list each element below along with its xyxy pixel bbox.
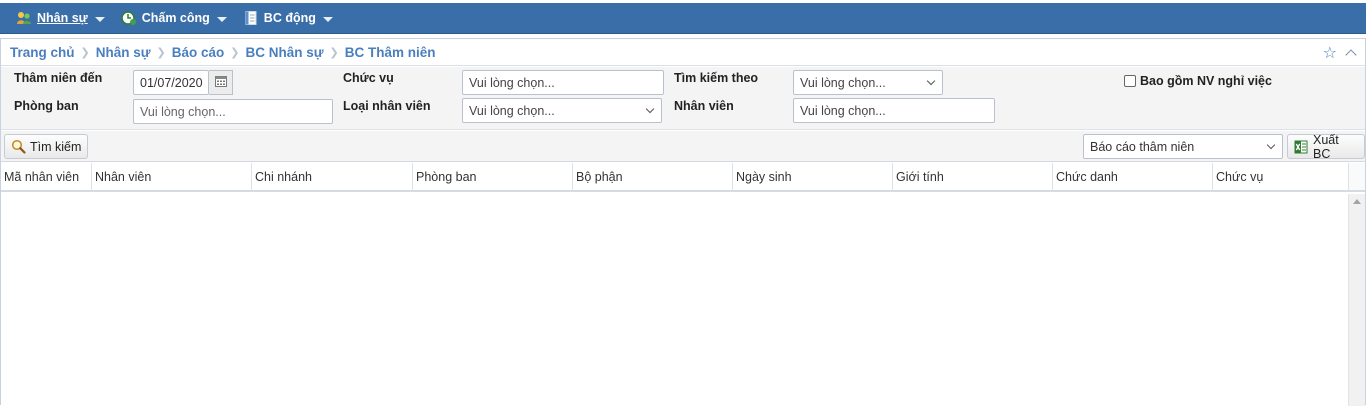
column-header-chi-nhanh[interactable]: Chi nhánh — [252, 163, 413, 190]
nav-menu-nhan-su[interactable]: Nhân sự — [10, 3, 111, 34]
nhan-vien-label: Nhân viên — [674, 99, 734, 113]
header-scroll-spacer — [1349, 163, 1365, 190]
column-header-label: Nhân viên — [95, 169, 152, 184]
column-header-chuc-vu[interactable]: Chức vụ — [1213, 163, 1349, 190]
scroll-up-icon[interactable] — [1353, 199, 1361, 204]
loai-nhan-vien-value: Vui lòng chọn... — [469, 103, 555, 118]
chevron-down-icon — [920, 71, 942, 94]
collapse-icon[interactable] — [1345, 49, 1357, 61]
nav-menu-cham-cong[interactable]: Chấm công — [115, 3, 233, 34]
phong-ban-placeholder: Vui lòng chọn... — [140, 104, 226, 119]
checkbox-box[interactable] — [1124, 75, 1136, 87]
search-button[interactable]: Tìm kiếm — [4, 134, 89, 159]
export-report-label: Xuất BC — [1313, 132, 1339, 161]
search-button-label: Tìm kiếm — [30, 139, 82, 154]
report-type-value: Báo cáo thâm niên — [1090, 139, 1195, 154]
grid-header: Mã nhân viên Nhân viên Chi nhánh Phòng b… — [1, 163, 1365, 192]
loai-nhan-vien-label: Loại nhân viên — [343, 99, 431, 113]
column-header-label: Ngày sinh — [736, 169, 792, 184]
bao-gom-nv-nghi-viec-label: Bao gồm NV nghỉ việc — [1140, 74, 1272, 88]
phong-ban-label: Phòng ban — [14, 99, 79, 113]
toolbar: Tìm kiếm Báo cáo thâm niên Xuất BC — [1, 131, 1365, 162]
column-header-chuc-danh[interactable]: Chức danh — [1053, 163, 1213, 190]
calendar-icon — [214, 75, 227, 90]
column-header-label: Phòng ban — [416, 169, 477, 184]
breadcrumb-item-bao-cao[interactable]: Báo cáo — [172, 45, 225, 60]
people-icon — [16, 10, 32, 26]
column-header-label: Chi nhánh — [255, 169, 312, 184]
excel-icon — [1294, 140, 1308, 154]
column-header-ngay-sinh[interactable]: Ngày sinh — [733, 163, 893, 190]
column-header-nhan-vien[interactable]: Nhân viên — [92, 163, 252, 190]
column-header-bo-phan[interactable]: Bộ phận — [573, 163, 733, 190]
filter-form: Thâm niên đến 01/07/2020 Chức vụ Vui lòn… — [1, 67, 1365, 130]
breadcrumb-item-nhan-su[interactable]: Nhân sự — [96, 45, 151, 60]
chevron-down-icon — [94, 16, 105, 22]
nhan-vien-placeholder: Vui lòng chọn... — [800, 103, 886, 118]
chevron-down-icon — [322, 16, 333, 22]
chuc-vu-input[interactable]: Vui lòng chọn... — [462, 70, 664, 95]
breadcrumb-separator-icon: ❯ — [230, 46, 240, 59]
top-navigation: Nhân sự Chấm công BC động — [0, 0, 1366, 37]
nav-menu-label: BC động — [263, 11, 316, 25]
nav-menu-label: Chấm công — [141, 11, 210, 25]
tim-kiem-theo-value: Vui lòng chọn... — [800, 75, 886, 90]
grid-body — [1, 194, 1365, 406]
phong-ban-input[interactable]: Vui lòng chọn... — [133, 99, 333, 124]
top-navigation-bar: Nhân sự Chấm công BC động — [0, 3, 1366, 34]
tham-nien-den-label: Thâm niên đến — [14, 71, 103, 85]
column-header-label: Chức danh — [1056, 169, 1118, 184]
breadcrumb-item-trang-chu[interactable]: Trang chủ — [10, 45, 75, 60]
tim-kiem-theo-select[interactable]: Vui lòng chọn... — [793, 70, 943, 95]
bao-gom-nv-nghi-viec-checkbox[interactable]: Bao gồm NV nghỉ việc — [1124, 74, 1272, 88]
export-report-button[interactable]: Xuất BC — [1287, 132, 1365, 161]
breadcrumb-separator-icon: ❯ — [329, 46, 339, 59]
nav-menu-bc-dong[interactable]: BC động — [237, 3, 339, 34]
breadcrumb-item-bc-tham-nien[interactable]: BC Thâm niên — [345, 45, 436, 60]
column-header-label: Giới tính — [896, 169, 944, 184]
vertical-scrollbar[interactable] — [1348, 194, 1365, 406]
panel-tools: ☆ — [1323, 43, 1357, 63]
column-header-label: Chức vụ — [1216, 169, 1264, 184]
report-panel: Trang chủ ❯ Nhân sự ❯ Báo cáo ❯ BC Nhân … — [0, 38, 1366, 406]
column-header-label: Mã nhân viên — [4, 169, 80, 184]
calendar-button[interactable] — [209, 70, 233, 95]
loai-nhan-vien-select[interactable]: Vui lòng chọn... — [462, 98, 662, 123]
column-header-phong-ban[interactable]: Phòng ban — [413, 163, 573, 190]
chuc-vu-placeholder: Vui lòng chọn... — [469, 75, 555, 90]
chevron-down-icon — [1260, 135, 1282, 158]
tham-nien-den-value: 01/07/2020 — [140, 75, 203, 90]
chuc-vu-label: Chức vụ — [343, 71, 394, 85]
search-icon — [11, 139, 26, 154]
column-header-ma-nhan-vien[interactable]: Mã nhân viên — [1, 163, 92, 190]
breadcrumb-item-bc-nhan-su[interactable]: BC Nhân sự — [246, 45, 324, 60]
breadcrumb-separator-icon: ❯ — [156, 46, 166, 59]
report-icon — [243, 10, 259, 26]
chevron-down-icon — [639, 99, 661, 122]
chevron-down-icon — [216, 16, 227, 22]
star-icon[interactable]: ☆ — [1323, 43, 1337, 63]
column-header-label: Bộ phận — [576, 169, 623, 184]
nhan-vien-input[interactable]: Vui lòng chọn... — [793, 98, 995, 123]
clock-icon — [120, 10, 137, 26]
breadcrumb-separator-icon: ❯ — [80, 46, 90, 59]
report-type-select[interactable]: Báo cáo thâm niên — [1083, 134, 1283, 159]
column-header-gioi-tinh[interactable]: Giới tính — [893, 163, 1053, 190]
breadcrumb: Trang chủ ❯ Nhân sự ❯ Báo cáo ❯ BC Nhân … — [1, 39, 1365, 66]
tim-kiem-theo-label: Tìm kiếm theo — [674, 71, 759, 85]
tham-nien-den-date-field[interactable]: 01/07/2020 — [133, 70, 209, 95]
nav-menu-label: Nhân sự — [37, 11, 88, 25]
